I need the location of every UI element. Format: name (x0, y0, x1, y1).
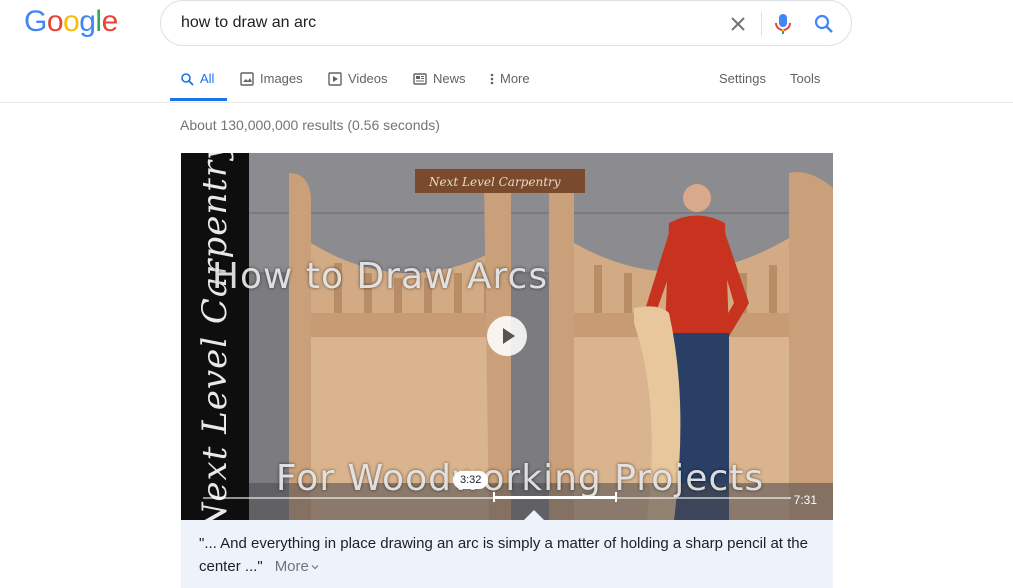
play-button[interactable] (487, 316, 527, 356)
image-icon (240, 72, 254, 86)
more-label: More (274, 558, 309, 575)
logo-letter: G (24, 5, 47, 38)
search-input[interactable]: how to draw an arc (181, 14, 316, 32)
header-divider (0, 102, 1013, 103)
tools-link[interactable]: Tools (790, 71, 820, 86)
google-logo[interactable]: Google (24, 6, 118, 38)
tab-news[interactable]: News (413, 62, 466, 102)
clear-icon[interactable] (726, 12, 750, 36)
logo-letter: e (101, 5, 119, 38)
sign-text: Next Level Carpentry (428, 175, 561, 189)
more-link[interactable]: More (275, 558, 319, 575)
play-icon (328, 72, 342, 86)
newspaper-icon (413, 72, 427, 86)
tab-label: Videos (348, 71, 388, 86)
search-icon[interactable] (812, 12, 836, 36)
search-box[interactable]: how to draw an arc (160, 0, 852, 46)
tab-label: More (500, 71, 530, 86)
search-icon (180, 72, 194, 86)
tab-label: All (200, 71, 215, 86)
settings-link[interactable]: Settings (719, 71, 766, 86)
tab-videos[interactable]: Videos (328, 62, 388, 102)
logo-letter: o (46, 5, 64, 38)
result-stats: About 130,000,000 results (0.56 seconds) (180, 117, 440, 133)
search-divider (761, 12, 762, 36)
logo-letter: g (79, 5, 96, 38)
video-snippet: "... And everything in place drawing an … (181, 520, 833, 588)
chevron-down-icon (311, 565, 319, 570)
tab-label: Images (260, 71, 303, 86)
video-title-line1: How to Draw Arcs (211, 256, 549, 297)
tab-all[interactable]: All (180, 62, 214, 102)
more-vert-icon (488, 72, 496, 86)
logo-letter: o (63, 5, 80, 38)
active-tab-indicator (170, 98, 227, 101)
tab-label: News (433, 71, 466, 86)
microphone-icon[interactable] (774, 12, 792, 36)
video-title-line2: For Woodworking Projects (275, 458, 765, 499)
tab-images[interactable]: Images (240, 62, 303, 102)
tab-more[interactable]: More (488, 62, 530, 102)
